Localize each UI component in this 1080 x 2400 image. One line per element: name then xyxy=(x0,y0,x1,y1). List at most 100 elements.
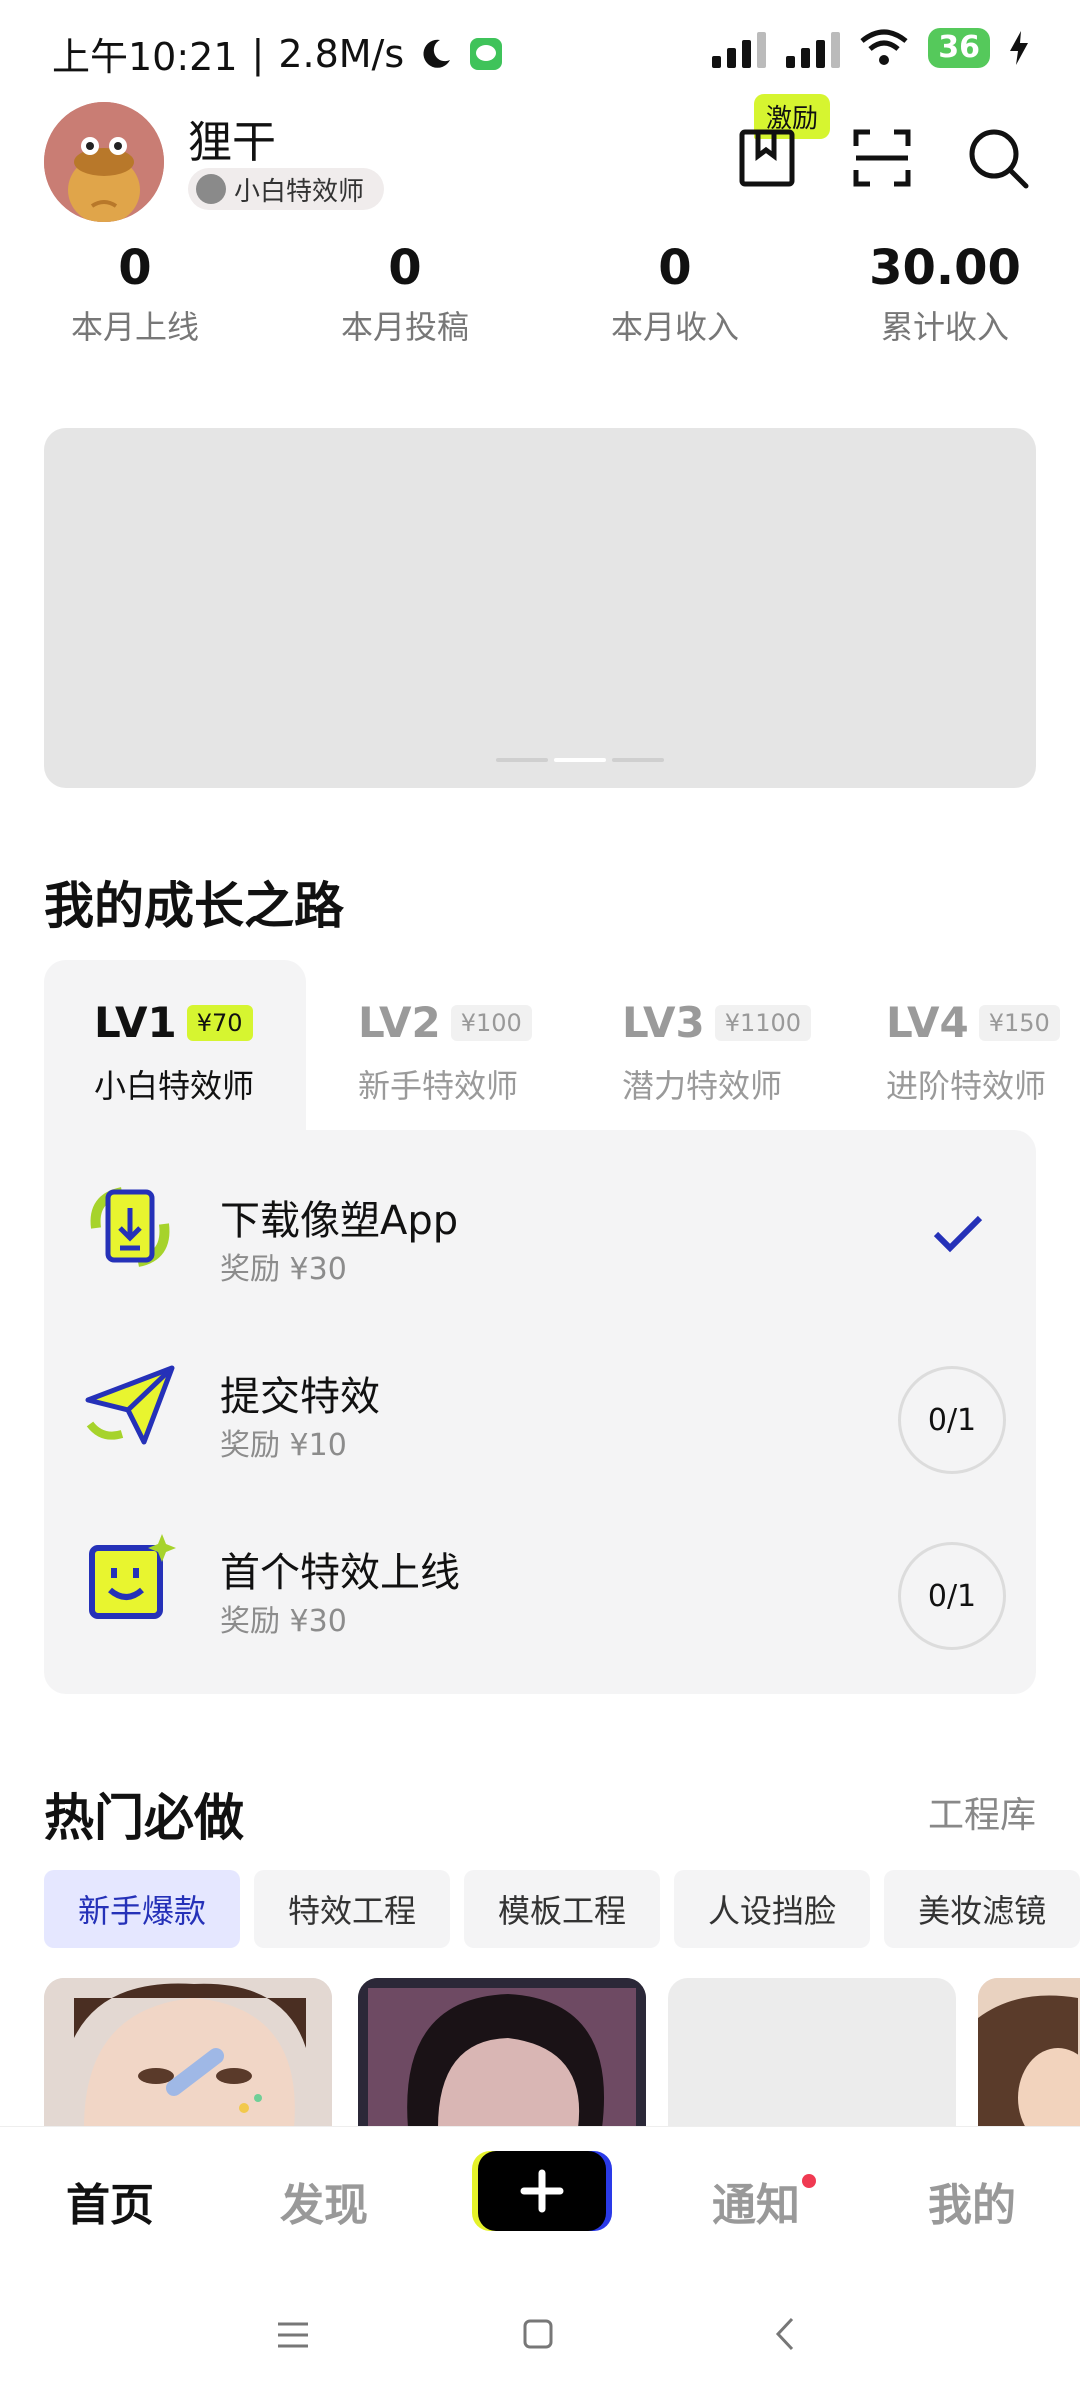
status-right: 36 xyxy=(712,28,1028,68)
tab-level: LV2 xyxy=(358,998,441,1047)
stat-label: 本月上线 xyxy=(70,308,199,346)
task-progress: 0/1 xyxy=(898,1542,1006,1650)
task-title: 提交特效 xyxy=(220,1374,380,1420)
search-icon[interactable] xyxy=(966,126,1030,190)
task-download-app[interactable]: 下载像塑App 奖励 ¥30 xyxy=(44,1130,1036,1306)
task-first-effect-online[interactable]: 首个特效上线 奖励 ¥30 0/1 xyxy=(44,1482,1036,1658)
carousel-dot xyxy=(496,758,548,762)
tab-level-name: 潜力特效师 xyxy=(622,1067,783,1105)
tab-level-name: 进阶特效师 xyxy=(886,1067,1047,1105)
project-thumbnails xyxy=(44,1978,1080,2128)
nav-home[interactable]: 首页 xyxy=(66,2169,154,2233)
tab-level: LV3 xyxy=(622,998,705,1047)
task-progress: 0/1 xyxy=(898,1366,1006,1474)
stat-value: 30.00 xyxy=(869,240,1021,296)
charging-icon xyxy=(1010,31,1028,65)
thumbnail-image xyxy=(978,1978,1080,2128)
stat-label: 累计收入 xyxy=(880,308,1009,346)
nav-discover[interactable]: 发现 xyxy=(280,2169,368,2233)
task-title: 下载像塑App xyxy=(220,1198,459,1244)
avatar[interactable] xyxy=(44,102,164,222)
signal-2-icon xyxy=(786,28,841,68)
create-button[interactable] xyxy=(478,2151,606,2231)
back-icon[interactable] xyxy=(774,2316,796,2352)
notification-dot xyxy=(802,2174,816,2188)
tab-amount: ¥1100 xyxy=(714,1004,812,1041)
carousel-dots xyxy=(496,758,664,762)
menu-icon[interactable] xyxy=(276,2320,310,2350)
nav-mine[interactable]: 我的 xyxy=(928,2169,1016,2233)
stat-value: 0 xyxy=(118,240,152,296)
carousel-dot-active xyxy=(554,758,606,762)
stat-monthly-submissions[interactable]: 0 本月投稿 xyxy=(270,240,540,350)
status-left: 上午10:21 | 2.8M/s xyxy=(52,26,504,81)
paper-plane-icon xyxy=(85,1365,175,1445)
battery-icon: 36 xyxy=(928,28,990,68)
smiley-star-icon xyxy=(89,1534,176,1619)
thumbnail-card[interactable] xyxy=(44,1978,332,2128)
level-badge[interactable]: 小白特效师 xyxy=(188,168,385,210)
thumbnail-card[interactable] xyxy=(358,1978,646,2128)
chip-face-cover[interactable]: 人设挡脸 xyxy=(674,1870,871,1948)
tab-level-name: 小白特效师 xyxy=(94,1067,255,1105)
stat-value: 0 xyxy=(388,240,422,296)
chip-newbie-hits[interactable]: 新手爆款 xyxy=(44,1870,241,1948)
username: 狸干 xyxy=(188,117,276,168)
hot-title: 热门必做 xyxy=(44,1789,244,1847)
chip-effect-projects[interactable]: 特效工程 xyxy=(254,1870,451,1948)
moon-icon xyxy=(423,39,451,68)
tab-lv4[interactable]: LV4 ¥150 进阶特效师 xyxy=(836,960,1080,1132)
task-reward: 奖励 ¥30 xyxy=(220,1604,347,1639)
tab-level-name: 新手特效师 xyxy=(358,1067,519,1105)
message-app-icon xyxy=(470,37,503,70)
task-title: 首个特效上线 xyxy=(220,1550,460,1596)
stats-row: 0 本月上线 0 本月投稿 0 本月收入 30.00 累计收入 xyxy=(0,240,1080,350)
stat-value: 0 xyxy=(658,240,692,296)
banner-carousel[interactable] xyxy=(44,428,1036,788)
status-separator: | xyxy=(251,31,265,76)
tab-lv3[interactable]: LV3 ¥1100 潜力特效师 xyxy=(572,960,834,1132)
tab-level: LV4 xyxy=(886,998,969,1047)
status-bar: 上午10:21 | 2.8M/s 36 xyxy=(0,0,1080,100)
task-reward: 奖励 ¥30 xyxy=(220,1252,347,1287)
status-time: 上午10:21 xyxy=(52,35,238,79)
stat-monthly-income[interactable]: 0 本月收入 xyxy=(540,240,810,350)
tab-lv1[interactable]: LV1 ¥70 小白特效师 xyxy=(44,960,306,1132)
stat-label: 本月收入 xyxy=(610,308,739,346)
thumbnail-card[interactable] xyxy=(978,1978,1080,2128)
signal-1-icon xyxy=(712,28,767,68)
task-submit-effect[interactable]: 提交特效 奖励 ¥10 0/1 xyxy=(44,1306,1036,1482)
stat-monthly-online[interactable]: 0 本月上线 xyxy=(0,240,270,350)
home-square-icon[interactable] xyxy=(522,2318,554,2350)
task-list: 下载像塑App 奖励 ¥30 提交特效 奖励 ¥10 0/1 首个特效上线 奖励… xyxy=(44,1130,1036,1694)
wifi-icon xyxy=(860,29,908,65)
carousel-dot xyxy=(612,758,664,762)
task-reward: 奖励 ¥10 xyxy=(220,1428,347,1463)
tab-amount: ¥100 xyxy=(450,1004,532,1041)
category-chips: 新手爆款 特效工程 模板工程 人设挡脸 美妆滤镜 xyxy=(44,1870,1080,1948)
level-tabs: LV1 ¥70 小白特效师 LV2 ¥100 新手特效师 LV3 ¥1100 潜力特效… xyxy=(44,960,1080,1132)
stat-label: 本月投稿 xyxy=(340,308,469,346)
project-library-link[interactable]: 工程库 xyxy=(928,1786,1036,1838)
nav-notify[interactable]: 通知 xyxy=(712,2169,800,2233)
download-phone-icon xyxy=(90,1187,170,1267)
tab-lv2[interactable]: LV2 ¥100 新手特效师 xyxy=(308,960,570,1132)
growth-title: 我的成长之路 xyxy=(44,877,344,935)
stat-total-income[interactable]: 30.00 累计收入 xyxy=(810,240,1080,350)
bottom-nav: 首页 发现 通知 我的 xyxy=(0,2126,1080,2276)
thumbnail-image xyxy=(44,1978,332,2128)
status-speed: 2.8M/s xyxy=(278,31,405,76)
system-nav-bar xyxy=(0,2276,1080,2400)
tab-level: LV1 xyxy=(94,998,177,1047)
plus-icon xyxy=(520,2169,564,2213)
level-badge-label: 小白特效师 xyxy=(234,176,365,207)
tab-amount: ¥150 xyxy=(978,1004,1060,1041)
check-icon xyxy=(933,1215,983,1253)
tab-amount: ¥70 xyxy=(186,1004,253,1041)
scan-icon[interactable] xyxy=(850,126,914,190)
bookmark-icon[interactable] xyxy=(736,126,800,190)
avatar-illustration xyxy=(44,102,164,222)
chip-beauty-filter[interactable]: 美妆滤镜 xyxy=(884,1870,1080,1948)
thumbnail-card[interactable] xyxy=(668,1978,956,2128)
chip-template-projects[interactable]: 模板工程 xyxy=(464,1870,661,1948)
